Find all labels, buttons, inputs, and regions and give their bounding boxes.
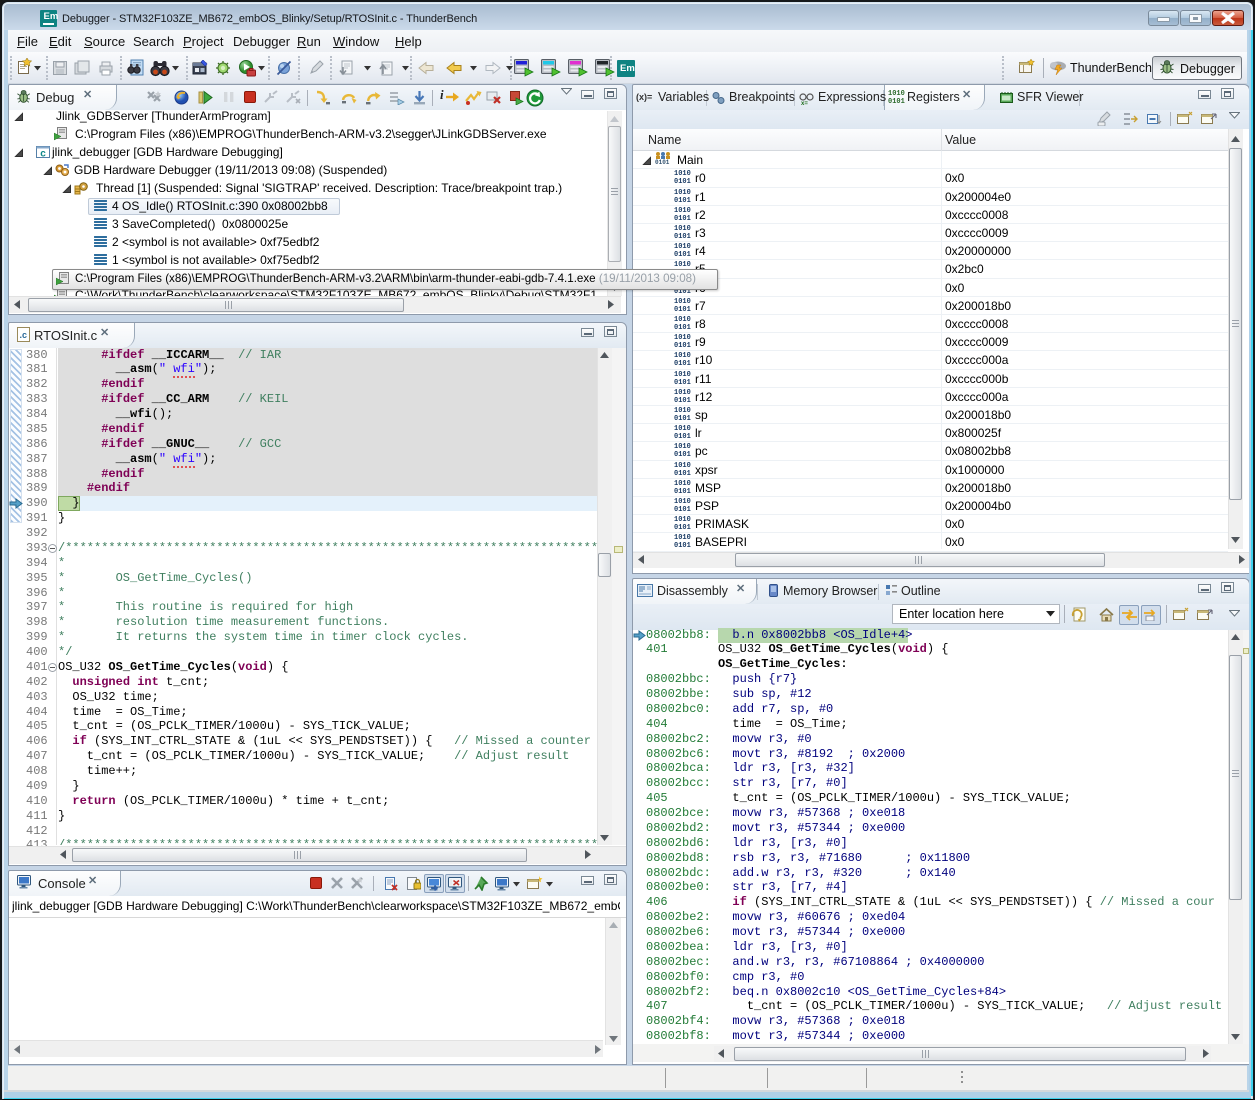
svg-text:.c: .c: [20, 330, 28, 340]
svg-text:c: c: [40, 149, 46, 159]
svg-text:x=: x=: [801, 101, 808, 105]
